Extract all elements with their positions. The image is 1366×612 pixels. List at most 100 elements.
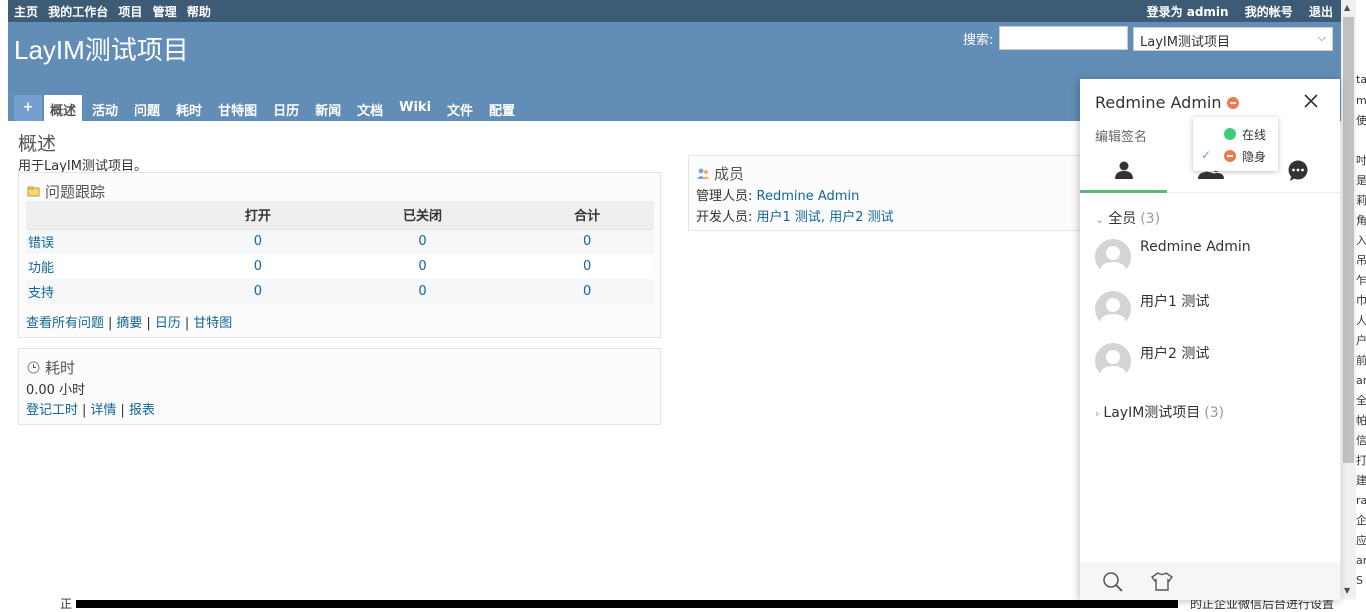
closed-count-link[interactable]: 0 bbox=[418, 234, 426, 249]
strip-text: 帕 bbox=[1356, 414, 1366, 427]
status-hide-icon[interactable] bbox=[1226, 97, 1239, 109]
list-item[interactable]: 用户1 测试 bbox=[1095, 291, 1325, 331]
issue-tracking-title: 问题跟踪 bbox=[27, 181, 105, 202]
friend-name: 用户1 测试 bbox=[1140, 294, 1210, 310]
scrollbar-thumb[interactable] bbox=[1343, 17, 1354, 463]
tab-calendar[interactable]: 日历 bbox=[267, 95, 305, 121]
tab-issues[interactable]: 问题 bbox=[128, 95, 166, 121]
list-item[interactable]: 用户2 测试 bbox=[1095, 343, 1325, 383]
menu-my-page-link[interactable]: 我的工作台 bbox=[48, 5, 108, 19]
strip-text: 户 bbox=[1356, 334, 1366, 347]
edit-signature-input[interactable]: 编辑签名 bbox=[1095, 126, 1147, 145]
table-header-total: 合计 bbox=[520, 201, 654, 230]
strip-text: S bbox=[1356, 574, 1363, 587]
strip-text: 是 bbox=[1356, 174, 1366, 187]
tab-gantt[interactable]: 甘特图 bbox=[212, 95, 263, 121]
details-link[interactable]: 详情 bbox=[90, 403, 116, 418]
close-icon[interactable] bbox=[1304, 89, 1318, 114]
logout-link[interactable]: 退出 bbox=[1309, 5, 1333, 19]
tab-files[interactable]: 文件 bbox=[441, 95, 479, 121]
table-header-closed: 已关闭 bbox=[324, 201, 521, 230]
tab-news[interactable]: 新闻 bbox=[309, 95, 347, 121]
friend-name: Redmine Admin bbox=[1140, 239, 1251, 255]
left-gutter bbox=[0, 0, 8, 608]
scroll-up-icon[interactable]: ▲ bbox=[1344, 3, 1350, 12]
spent-time-links: 登记工时 | 详情 | 报表 bbox=[26, 403, 155, 418]
tracker-link[interactable]: 支持 bbox=[28, 286, 54, 301]
total-count-link[interactable]: 0 bbox=[583, 234, 591, 249]
open-count-link[interactable]: 0 bbox=[254, 284, 262, 299]
page-scrollbar[interactable]: ▲ ▼ bbox=[1341, 0, 1356, 600]
status-hide-option[interactable]: ✓ 隐身 bbox=[1193, 146, 1278, 166]
report-link[interactable]: 报表 bbox=[129, 403, 155, 418]
closed-count-link[interactable]: 0 bbox=[418, 284, 426, 299]
tab-settings[interactable]: 配置 bbox=[483, 95, 521, 121]
summary-link[interactable]: 摘要 bbox=[116, 316, 142, 331]
strip-text: 巾 bbox=[1356, 294, 1366, 307]
strip-text: 前 bbox=[1356, 354, 1366, 367]
members-title: 成员 bbox=[696, 163, 744, 184]
menu-admin-link[interactable]: 管理 bbox=[153, 5, 177, 19]
open-count-link[interactable]: 0 bbox=[254, 259, 262, 274]
status-option-label: 在线 bbox=[1242, 128, 1267, 142]
manager-role-label: 管理人员: bbox=[696, 189, 753, 204]
my-account-link[interactable]: 我的帐号 bbox=[1245, 5, 1293, 19]
search-input[interactable] bbox=[999, 26, 1128, 50]
project-jump-select[interactable]: LayIM测试项目 ⌵ bbox=[1133, 27, 1333, 51]
tab-friends[interactable] bbox=[1080, 154, 1167, 193]
total-count-link[interactable]: 0 bbox=[583, 284, 591, 299]
issue-tracking-label: 问题跟踪 bbox=[45, 183, 106, 201]
table-row: 支持 0 0 0 bbox=[26, 279, 654, 304]
skin-icon[interactable] bbox=[1150, 571, 1174, 595]
status-online-option[interactable]: 在线 bbox=[1193, 124, 1278, 144]
tab-wiki[interactable]: Wiki bbox=[393, 95, 437, 121]
developers-link[interactable]: 用户1 测试, 用户2 测试 bbox=[757, 210, 894, 225]
group-count: (3) bbox=[1140, 211, 1161, 227]
tracker-link[interactable]: 错误 bbox=[28, 236, 54, 251]
strip-text: 入 bbox=[1356, 234, 1366, 247]
gantt-link[interactable]: 甘特图 bbox=[193, 316, 232, 331]
total-count-link[interactable]: 0 bbox=[583, 259, 591, 274]
log-time-link[interactable]: 登记工时 bbox=[26, 403, 78, 418]
group-count: (3) bbox=[1204, 405, 1225, 421]
strip-text: ar bbox=[1356, 554, 1366, 567]
spent-time-label: 耗时 bbox=[45, 359, 76, 377]
manager-link[interactable]: Redmine Admin bbox=[757, 189, 860, 204]
scroll-down-icon[interactable]: ▼ bbox=[1344, 586, 1350, 595]
hide-dot-icon bbox=[1224, 150, 1236, 162]
strip-text: 人 bbox=[1356, 314, 1366, 327]
menu-home-link[interactable]: 主页 bbox=[14, 5, 38, 19]
list-item[interactable]: Redmine Admin bbox=[1095, 239, 1325, 279]
table-row: 功能 0 0 0 bbox=[26, 254, 654, 279]
tab-activity[interactable]: 活动 bbox=[86, 95, 124, 121]
open-count-link[interactable]: 0 bbox=[254, 234, 262, 249]
search-icon[interactable] bbox=[1102, 571, 1124, 597]
top-menu: 主页 我的工作台 项目 管理 帮助 登录为 admin 我的帐号 退出 bbox=[8, 0, 1341, 22]
tab-documents[interactable]: 文档 bbox=[351, 95, 389, 121]
tracker-link[interactable]: 功能 bbox=[28, 261, 54, 276]
clock-icon bbox=[27, 360, 40, 374]
chevron-right-icon: › bbox=[1095, 407, 1100, 420]
avatar bbox=[1095, 239, 1131, 275]
project-title: LayIM测试项目 bbox=[14, 35, 189, 65]
members-label: 成员 bbox=[714, 165, 745, 183]
group-project[interactable]: › LayIM测试项目 (3) bbox=[1095, 402, 1224, 422]
group-all-members[interactable]: ⌄ 全员 (3) bbox=[1095, 208, 1160, 228]
avatar bbox=[1095, 343, 1131, 379]
strip-text: 信 bbox=[1356, 434, 1366, 447]
avatar bbox=[1095, 291, 1131, 327]
strip-text: 应 bbox=[1356, 534, 1366, 547]
table-header-row: 打开 已关闭 合计 bbox=[26, 201, 654, 230]
online-dot-icon bbox=[1224, 128, 1236, 140]
issue-links: 查看所有问题 | 摘要 | 日历 | 甘特图 bbox=[26, 316, 233, 331]
tab-new[interactable]: + bbox=[14, 95, 42, 121]
calendar-link[interactable]: 日历 bbox=[155, 316, 181, 331]
tab-time-entries[interactable]: 耗时 bbox=[170, 95, 208, 121]
view-all-issues-link[interactable]: 查看所有问题 bbox=[26, 316, 104, 331]
closed-count-link[interactable]: 0 bbox=[418, 259, 426, 274]
menu-projects-link[interactable]: 项目 bbox=[118, 5, 142, 19]
tab-overview[interactable]: 概述 bbox=[44, 95, 83, 121]
members-developer-row: 开发人员: 用户1 测试, 用户2 测试 bbox=[696, 206, 894, 225]
menu-help-link[interactable]: 帮助 bbox=[187, 5, 211, 19]
strip-text: 全 bbox=[1356, 394, 1366, 407]
